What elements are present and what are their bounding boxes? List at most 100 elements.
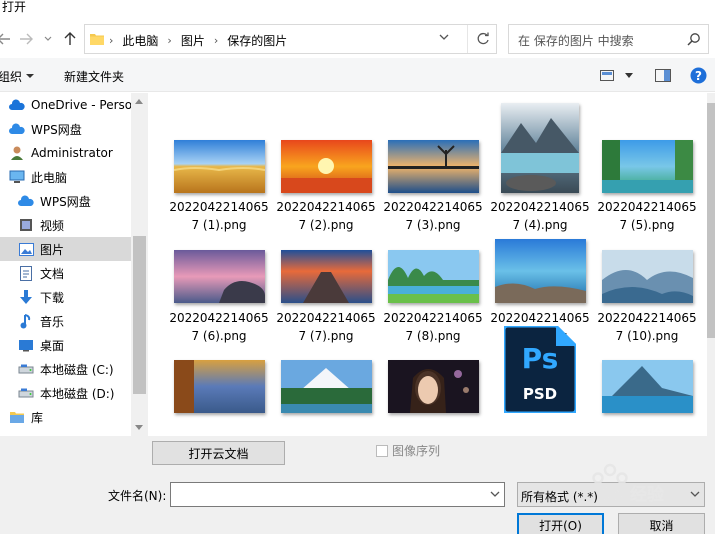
nav-item-label: WPS网盘 [31,122,82,137]
file-item[interactable]: 2022042214065 7 (7).png [273,250,379,343]
breadcrumb-item-saved-pictures[interactable]: 保存的图片 [227,32,287,49]
navigation-pane: OneDrive - Perso WPS网盘 Administrator 此电脑 WPS… [0,93,131,436]
file-item[interactable]: 2022042214065 7 (10).png [594,250,700,343]
file-item[interactable] [594,360,700,413]
file-thumbnail[interactable]: Ps PSD [502,324,578,415]
view-dropdown-icon[interactable] [625,73,633,78]
file-type-select[interactable]: 所有格式 (*.*) [517,482,705,507]
file-name-label: 2022042214065 7 (6).png [166,309,272,345]
file-thumbnail[interactable] [173,140,265,193]
file-item[interactable]: 2022042214065 7 (8).png [380,250,486,343]
file-item[interactable]: 2022042214065 7 (2).png [273,140,379,232]
nav-item[interactable]: WPS网盘 [0,117,131,141]
file-item[interactable] [380,360,486,413]
nav-item-label: 此电脑 [31,170,68,185]
nav-item-label: 桌面 [40,338,65,353]
nav-item[interactable]: 本地磁盘 (D:) [0,381,131,405]
search-icon[interactable] [687,32,701,46]
file-list-scrollbar[interactable] [707,93,715,436]
file-list-scrollbar-thumb[interactable] [707,103,715,338]
file-name-line-2: 7 (5).png [619,218,675,232]
user-icon [9,145,25,161]
breadcrumb-item-this-pc[interactable]: 此电脑 [122,32,158,49]
organize-dropdown-icon[interactable] [26,74,34,78]
nav-item[interactable]: 音乐 [0,309,131,333]
nav-item-label: OneDrive - Perso [31,98,131,112]
file-item[interactable]: 2022042214065 7 (4).png [487,103,593,232]
file-name-line-1: 2022042214065 [169,200,269,214]
file-name-line-1: 2022042214065 [597,200,697,214]
file-item[interactable]: 2022042214065 7 (6).png [166,250,272,343]
refresh-button[interactable] [467,25,497,53]
open-cloud-document-button[interactable]: 打开云文档 [152,441,285,465]
file-item[interactable]: 2022042214065 7 (3).png [380,140,486,232]
file-thumbnail[interactable] [387,250,479,303]
nav-item[interactable]: 库 [0,405,131,429]
file-thumbnail[interactable] [494,239,586,303]
file-thumbnail[interactable] [387,360,479,413]
file-type-value: 所有格式 (*.*) [521,490,598,504]
preview-pane-icon[interactable] [655,69,671,82]
nav-item[interactable]: Administrator [0,141,131,165]
address-bar[interactable]: › 此电脑 › 图片 › 保存的图片 [84,24,497,54]
file-name-label: 2022042214065 7 (8).png [380,309,486,345]
file-thumbnail[interactable] [387,140,479,193]
file-thumbnail[interactable] [280,250,372,303]
scroll-down-icon[interactable] [135,425,143,430]
file-item[interactable]: 2022042214065 7 (1).png [166,140,272,232]
nav-item[interactable]: 视频 [0,213,131,237]
file-thumbnail[interactable] [601,360,693,413]
window-title: 打开 [2,0,27,14]
file-thumbnail[interactable] [601,140,693,193]
forward-arrow-icon[interactable] [16,29,36,49]
scroll-up-icon[interactable] [135,99,143,104]
file-thumbnail[interactable] [280,140,372,193]
cancel-button[interactable]: 取消 [618,513,705,534]
nav-item[interactable]: WPS网盘 [0,189,131,213]
file-thumbnail[interactable] [280,360,372,413]
wps-cloud-icon [9,121,25,137]
new-folder-button[interactable]: 新建文件夹 [64,68,124,85]
file-name-field[interactable] [170,482,505,507]
file-name-dropdown-icon[interactable] [490,490,500,498]
nav-item[interactable]: 此电脑 [0,165,131,189]
file-thumbnail[interactable] [501,103,579,193]
image-sequence-option[interactable]: 图像序列 [376,442,440,459]
file-thumbnail[interactable] [173,250,265,303]
help-icon[interactable]: ? [690,67,707,84]
nav-item-label: 下载 [40,290,65,305]
open-button[interactable]: 打开(O) [517,513,604,534]
file-name-line-2: 7 (4).png [512,218,568,232]
nav-item[interactable]: 文档 [0,261,131,285]
file-item[interactable] [166,360,272,413]
image-sequence-checkbox[interactable] [376,444,388,457]
nav-item[interactable]: 图片 [0,237,131,261]
breadcrumb: › 此电脑 › 图片 › 保存的图片 [109,32,288,49]
address-dropdown-icon[interactable] [439,33,449,41]
navigation-scrollbar-thumb[interactable] [133,236,146,394]
nav-item[interactable]: 桌面 [0,333,131,357]
nav-item[interactable]: 下载 [0,285,131,309]
nav-item[interactable]: OneDrive - Perso [0,93,131,117]
search-box[interactable]: 在 保存的图片 中搜索 [508,24,709,54]
file-name-label: 2022042214065 7 (4).png [487,198,593,234]
file-item[interactable]: 20220422140657 (9).png [487,239,593,343]
file-item[interactable]: Ps PSD [487,324,593,415]
nav-item-label: Administrator [31,146,113,160]
file-item[interactable] [273,360,379,413]
navigation-scrollbar[interactable] [131,93,148,436]
video-icon [18,217,34,233]
recent-locations-chevron-icon[interactable] [38,29,58,49]
up-arrow-icon[interactable] [60,29,80,49]
organize-button[interactable]: 组织 [0,68,22,85]
nav-item-label: 音乐 [40,314,65,329]
file-name-line-1: 2022042214065 [383,200,483,214]
back-arrow-icon[interactable] [0,29,14,49]
file-item[interactable]: 2022042214065 7 (5).png [594,140,700,232]
view-options-icon[interactable] [600,70,614,81]
file-thumbnail[interactable] [601,250,693,303]
nav-item[interactable]: 本地磁盘 (C:) [0,357,131,381]
file-name-label: 2022042214065 7 (7).png [273,309,379,345]
file-thumbnail[interactable] [173,360,265,413]
breadcrumb-item-pictures[interactable]: 图片 [181,32,205,49]
